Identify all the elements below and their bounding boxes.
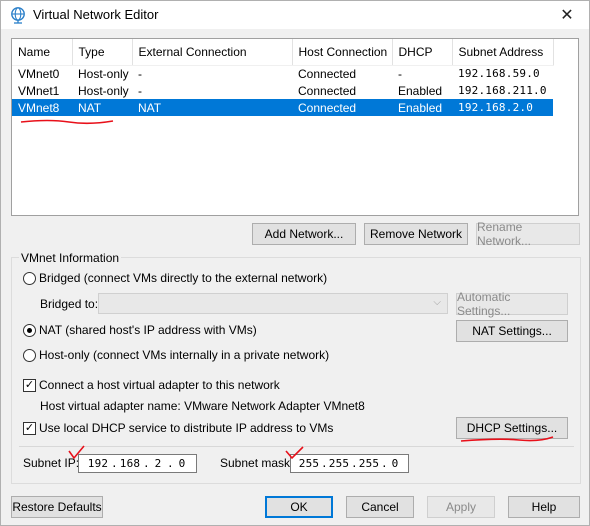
cell-dhcp: Enabled bbox=[392, 99, 452, 116]
nat-radio[interactable] bbox=[23, 324, 36, 337]
nat-settings-button[interactable]: NAT Settings... bbox=[456, 320, 568, 342]
title-bar: Virtual Network Editor ✕ bbox=[1, 1, 589, 29]
window-title: Virtual Network Editor bbox=[33, 7, 159, 22]
cell-host-connection: Connected bbox=[298, 83, 357, 98]
subnet-ip-label: Subnet IP: bbox=[23, 456, 80, 470]
cancel-button[interactable]: Cancel bbox=[346, 496, 414, 518]
dhcp-checkbox[interactable]: ✓ bbox=[23, 422, 36, 435]
help-button[interactable]: Help bbox=[508, 496, 580, 518]
cell-name: VMnet0 bbox=[18, 66, 60, 81]
remove-network-button[interactable]: Remove Network bbox=[364, 223, 468, 245]
subnet-mask-label: Subnet mask: bbox=[220, 456, 294, 470]
column-header-dhcp[interactable]: DHCP bbox=[392, 39, 453, 66]
bridged-label[interactable]: Bridged (connect VMs directly to the ext… bbox=[39, 271, 327, 285]
host-only-label[interactable]: Host-only (connect VMs internally in a p… bbox=[39, 348, 329, 362]
column-header-external-connection[interactable]: External Connection bbox=[132, 39, 293, 66]
subnet-ip-field[interactable]: 192 . 168 . 2 . 0 bbox=[78, 454, 197, 473]
cell-host-connection: Connected bbox=[298, 66, 357, 81]
automatic-settings-button[interactable]: Automatic Settings... bbox=[456, 290, 568, 318]
mask-octet-1[interactable]: 255 bbox=[297, 457, 321, 470]
bridged-to-label: Bridged to: bbox=[40, 297, 99, 311]
virtual-network-editor-window: Virtual Network Editor ✕ Name Type Exter… bbox=[0, 0, 590, 526]
restore-defaults-button[interactable]: Restore Defaults bbox=[11, 496, 103, 518]
column-header-type[interactable]: Type bbox=[72, 39, 133, 66]
divider bbox=[19, 446, 574, 447]
close-button[interactable]: ✕ bbox=[545, 1, 589, 29]
vmnet-information-label: VMnet Information bbox=[19, 251, 122, 265]
cell-dhcp: - bbox=[398, 66, 402, 81]
close-icon: ✕ bbox=[560, 7, 574, 24]
globe-network-icon bbox=[11, 7, 25, 24]
ip-octet-2[interactable]: 168 bbox=[117, 457, 143, 470]
rename-network-button[interactable]: Rename Network... bbox=[476, 220, 580, 248]
ip-octet-1[interactable]: 192 bbox=[85, 457, 111, 470]
column-header-subnet-address[interactable]: Subnet Address bbox=[452, 39, 554, 66]
table-row[interactable]: VMnet1 Host-only - Connected Enabled 192… bbox=[12, 82, 553, 99]
dhcp-settings-button[interactable]: DHCP Settings... bbox=[456, 417, 568, 439]
ok-button[interactable]: OK bbox=[265, 496, 333, 518]
column-header-name[interactable]: Name bbox=[12, 39, 73, 66]
adapter-name-label: Host virtual adapter name: VMware Networ… bbox=[40, 399, 365, 413]
table-header-row: Name Type External Connection Host Conne… bbox=[12, 39, 554, 66]
cell-subnet-address: 192.168.59.0 bbox=[458, 67, 540, 81]
cell-host-connection: Connected bbox=[292, 99, 392, 116]
cell-dhcp: Enabled bbox=[398, 83, 443, 98]
cell-external-connection: - bbox=[138, 66, 142, 81]
checkmark-icon: ✓ bbox=[24, 379, 35, 391]
mask-octet-3[interactable]: 255 bbox=[357, 457, 381, 470]
bridged-to-dropdown[interactable]: ⌵ bbox=[98, 293, 448, 314]
connect-adapter-label[interactable]: Connect a host virtual adapter to this n… bbox=[39, 378, 280, 392]
checkmark-icon: ✓ bbox=[24, 422, 35, 434]
cell-type: Host-only bbox=[78, 83, 129, 98]
chevron-down-icon: ⌵ bbox=[433, 297, 441, 308]
table-row-selected[interactable]: VMnet8 NAT NAT Connected Enabled 192.168… bbox=[12, 99, 553, 116]
dhcp-label[interactable]: Use local DHCP service to distribute IP … bbox=[39, 421, 333, 435]
network-table: Name Type External Connection Host Conne… bbox=[12, 39, 554, 116]
ip-octet-4[interactable]: 0 bbox=[173, 457, 191, 470]
nat-label[interactable]: NAT (shared host's IP address with VMs) bbox=[39, 323, 257, 337]
cell-name: VMnet8 bbox=[12, 99, 72, 116]
apply-button[interactable]: Apply bbox=[427, 496, 495, 518]
cell-name: VMnet1 bbox=[18, 83, 60, 98]
network-list[interactable]: Name Type External Connection Host Conne… bbox=[11, 38, 579, 216]
cell-subnet-address: 192.168.2.0 bbox=[452, 99, 553, 116]
ip-octet-3[interactable]: 2 bbox=[149, 457, 167, 470]
bridged-radio[interactable] bbox=[23, 272, 36, 285]
host-only-radio[interactable] bbox=[23, 349, 36, 362]
subnet-mask-field[interactable]: 255 . 255 . 255 . 0 bbox=[290, 454, 409, 473]
cell-external-connection: - bbox=[138, 83, 142, 98]
table-row[interactable]: VMnet0 Host-only - Connected - 192.168.5… bbox=[12, 65, 553, 82]
column-header-host-connection[interactable]: Host Connection bbox=[292, 39, 393, 66]
add-network-button[interactable]: Add Network... bbox=[252, 223, 356, 245]
mask-octet-2[interactable]: 255 bbox=[327, 457, 351, 470]
connect-adapter-checkbox[interactable]: ✓ bbox=[23, 379, 36, 392]
cell-external-connection: NAT bbox=[132, 99, 292, 116]
mask-octet-4[interactable]: 0 bbox=[387, 457, 403, 470]
cell-subnet-address: 192.168.211.0 bbox=[458, 84, 547, 97]
cell-type: NAT bbox=[72, 99, 132, 116]
cell-type: Host-only bbox=[78, 66, 129, 81]
